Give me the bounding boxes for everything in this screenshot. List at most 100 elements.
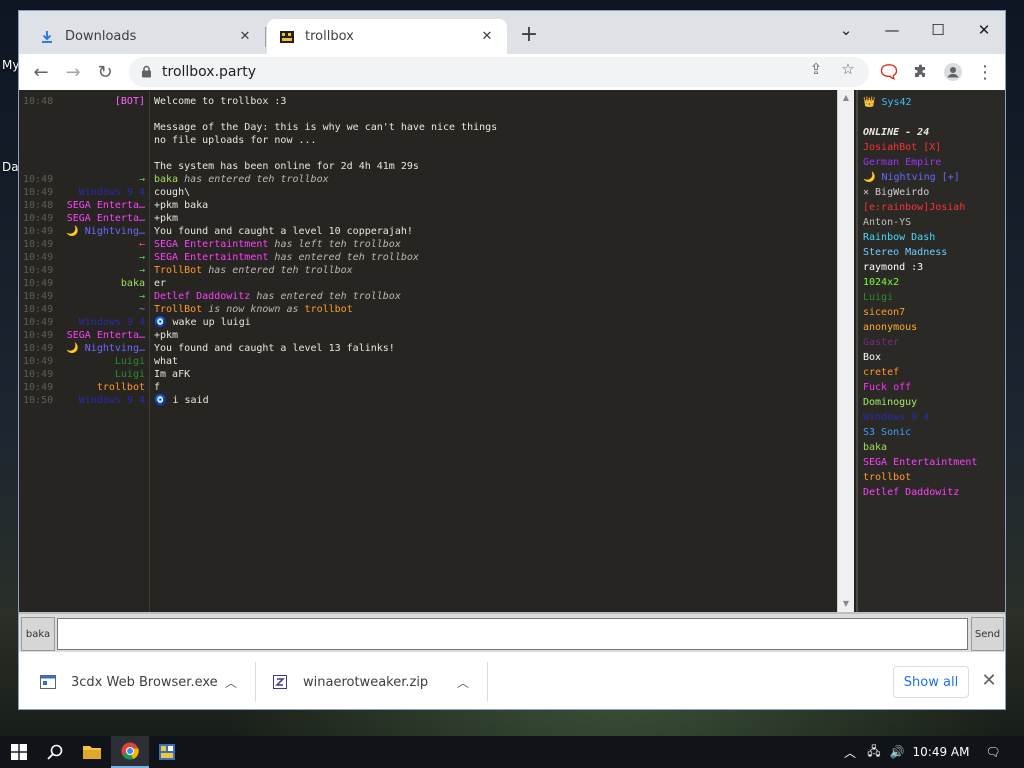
event-nick[interactable]: SEGA Entertaintment (154, 252, 268, 263)
user-list-item[interactable]: Windows 9 4 (863, 411, 929, 425)
share-icon[interactable]: ⇪ (807, 60, 825, 78)
scroll-up-icon[interactable]: ▲ (838, 90, 854, 106)
message-time: 10:49 (23, 369, 54, 380)
chevron-up-icon[interactable]: ︿ (453, 674, 473, 691)
user-list-item[interactable]: Rainbow Dash (863, 231, 935, 245)
online-count: ONLINE - 24 (863, 127, 930, 138)
desktop-icon-label[interactable]: Da (2, 160, 19, 174)
event-nick[interactable]: Detlef Daddowitz (154, 291, 250, 302)
user-list-item[interactable]: cretef (863, 366, 899, 380)
user-list-item[interactable]: Dominoguy (863, 396, 917, 410)
desktop-icon-label[interactable]: My (2, 58, 19, 72)
extension-red-icon[interactable]: 🗨 (875, 58, 903, 86)
event-nick[interactable]: TrollBot (154, 265, 202, 276)
message-nick[interactable]: SEGA Enterta… (63, 199, 145, 212)
chrome-icon[interactable] (111, 736, 149, 768)
extensions-puzzle-icon[interactable] (907, 58, 935, 86)
chat-scrollbar[interactable]: ▲ ▼ (837, 90, 854, 612)
show-all-button[interactable]: Show all (893, 666, 969, 698)
forward-button[interactable]: → (59, 58, 87, 86)
download-item[interactable]: winaerotweaker.zip ︿ (271, 660, 473, 704)
close-icon[interactable]: ✕ (237, 29, 253, 45)
message-nick[interactable]: → (63, 251, 145, 264)
scroll-down-icon[interactable]: ▼ (838, 596, 854, 612)
event-nick[interactable]: SEGA Entertaintment (154, 239, 268, 250)
user-list-item[interactable]: Fuck off (863, 381, 911, 395)
user-list-item[interactable]: baka (863, 441, 887, 455)
minimize-button[interactable]: — (869, 15, 915, 45)
app-icon[interactable] (148, 736, 186, 768)
chat-log[interactable]: 10:48 [BOT] Welcome to trollbox :3 Message … (19, 90, 837, 612)
user-list-item[interactable]: trollbot (863, 471, 911, 485)
message-time: 10:49 (23, 317, 54, 328)
bookmark-star-icon[interactable]: ☆ (839, 60, 857, 78)
search-icon[interactable] (36, 736, 74, 768)
user-list-item[interactable]: S3 Sonic (863, 426, 911, 440)
user-list-item[interactable]: siceon7 (863, 306, 905, 320)
user-list-item[interactable]: anonymous (863, 321, 917, 335)
user-list-item[interactable]: 🌙 Nightving [+] (863, 171, 960, 185)
user-list-item[interactable]: Box (863, 351, 881, 365)
chevron-up-icon[interactable]: ︿ (221, 674, 241, 691)
message-nick[interactable]: Windows 9 4 (63, 394, 145, 407)
message-nick[interactable]: Luigi (63, 368, 145, 381)
volume-icon[interactable]: 🔊 (886, 736, 908, 768)
message-nick[interactable]: Luigi (63, 355, 145, 368)
message-nick[interactable]: [BOT] (63, 95, 145, 108)
user-list-item[interactable]: [e:rainbow]Josiah (863, 201, 965, 215)
message-nick[interactable]: Windows 9 4 (63, 316, 145, 329)
message-nick[interactable]: ← (63, 238, 145, 251)
message-nick[interactable]: Windows 9 4 (63, 186, 145, 199)
user-list-item[interactable]: raymond :3 (863, 261, 923, 275)
message-nick[interactable]: 🌙 Nightving… (63, 342, 145, 355)
user-list-item[interactable]: 1024x2 (863, 276, 899, 290)
event-new-nick[interactable]: trollbot (305, 304, 353, 315)
network-icon[interactable]: 🖧 (862, 736, 886, 768)
tab-downloads[interactable]: Downloads ✕ (27, 19, 265, 54)
send-button[interactable]: Send (971, 617, 1004, 651)
user-list-item[interactable]: JosiahBot [X] (863, 141, 941, 155)
user-list-item[interactable]: ✕ BigWeirdo (863, 186, 929, 200)
message-nick[interactable]: SEGA Enterta… (63, 212, 145, 225)
notifications-icon[interactable]: 🗨 (978, 736, 1008, 768)
message-nick[interactable]: → (63, 290, 145, 303)
close-icon[interactable]: ✕ (479, 29, 495, 45)
file-explorer-icon[interactable] (73, 736, 111, 768)
lock-icon[interactable] (141, 63, 152, 82)
user-list-item[interactable]: Gaster (863, 336, 899, 350)
chevron-up-icon[interactable]: ︿ (840, 736, 860, 768)
tab-trollbox[interactable]: trollbox ✕ (267, 19, 507, 54)
start-button[interactable] (0, 736, 38, 768)
address-bar[interactable]: trollbox.party (129, 57, 869, 87)
tab-search-button[interactable]: ⌄ (823, 15, 869, 45)
message-nick[interactable]: → (63, 173, 145, 186)
message-nick[interactable]: trollbot (63, 381, 145, 394)
message-nick[interactable]: SEGA Enterta… (63, 329, 145, 342)
back-button[interactable]: ← (27, 58, 55, 86)
user-list-item[interactable]: Stereo Madness (863, 246, 947, 260)
event-nick[interactable]: TrollBot (154, 304, 202, 315)
menu-kebab-icon[interactable]: ⋮ (971, 58, 999, 86)
message-nick[interactable]: 🌙 Nightving… (63, 225, 145, 238)
clock[interactable]: 10:49 AM (910, 736, 972, 768)
chat-message: 10:49 🌙 Nightving… You found and caught a … (19, 225, 837, 238)
close-icon[interactable]: ✕ (979, 670, 999, 694)
chat-input[interactable] (57, 618, 968, 650)
window-close-button[interactable]: ✕ (961, 15, 1005, 45)
chat-message: 10:49 SEGA Enterta… +pkm (19, 212, 837, 225)
event-nick[interactable]: baka (154, 174, 178, 185)
message-nick[interactable]: baka (63, 277, 145, 290)
user-list-item[interactable]: Luigi (863, 291, 893, 305)
reload-button[interactable]: ↻ (91, 58, 119, 86)
user-list-item[interactable]: Anton-YS (863, 216, 911, 230)
maximize-button[interactable]: ☐ (915, 15, 961, 45)
new-tab-button[interactable]: + (517, 24, 541, 48)
nick-button[interactable]: baka (21, 617, 55, 651)
user-list-item[interactable]: German Empire (863, 156, 941, 170)
download-item[interactable]: 3cdx Web Browser.exe ︿ (39, 660, 241, 704)
user-list-item[interactable]: Detlef Daddowitz (863, 486, 959, 500)
message-nick[interactable]: → (63, 264, 145, 277)
user-list-item[interactable]: SEGA Entertaintment (863, 456, 977, 470)
profile-avatar-icon[interactable] (939, 58, 967, 86)
message-nick[interactable]: ~ (63, 303, 145, 316)
